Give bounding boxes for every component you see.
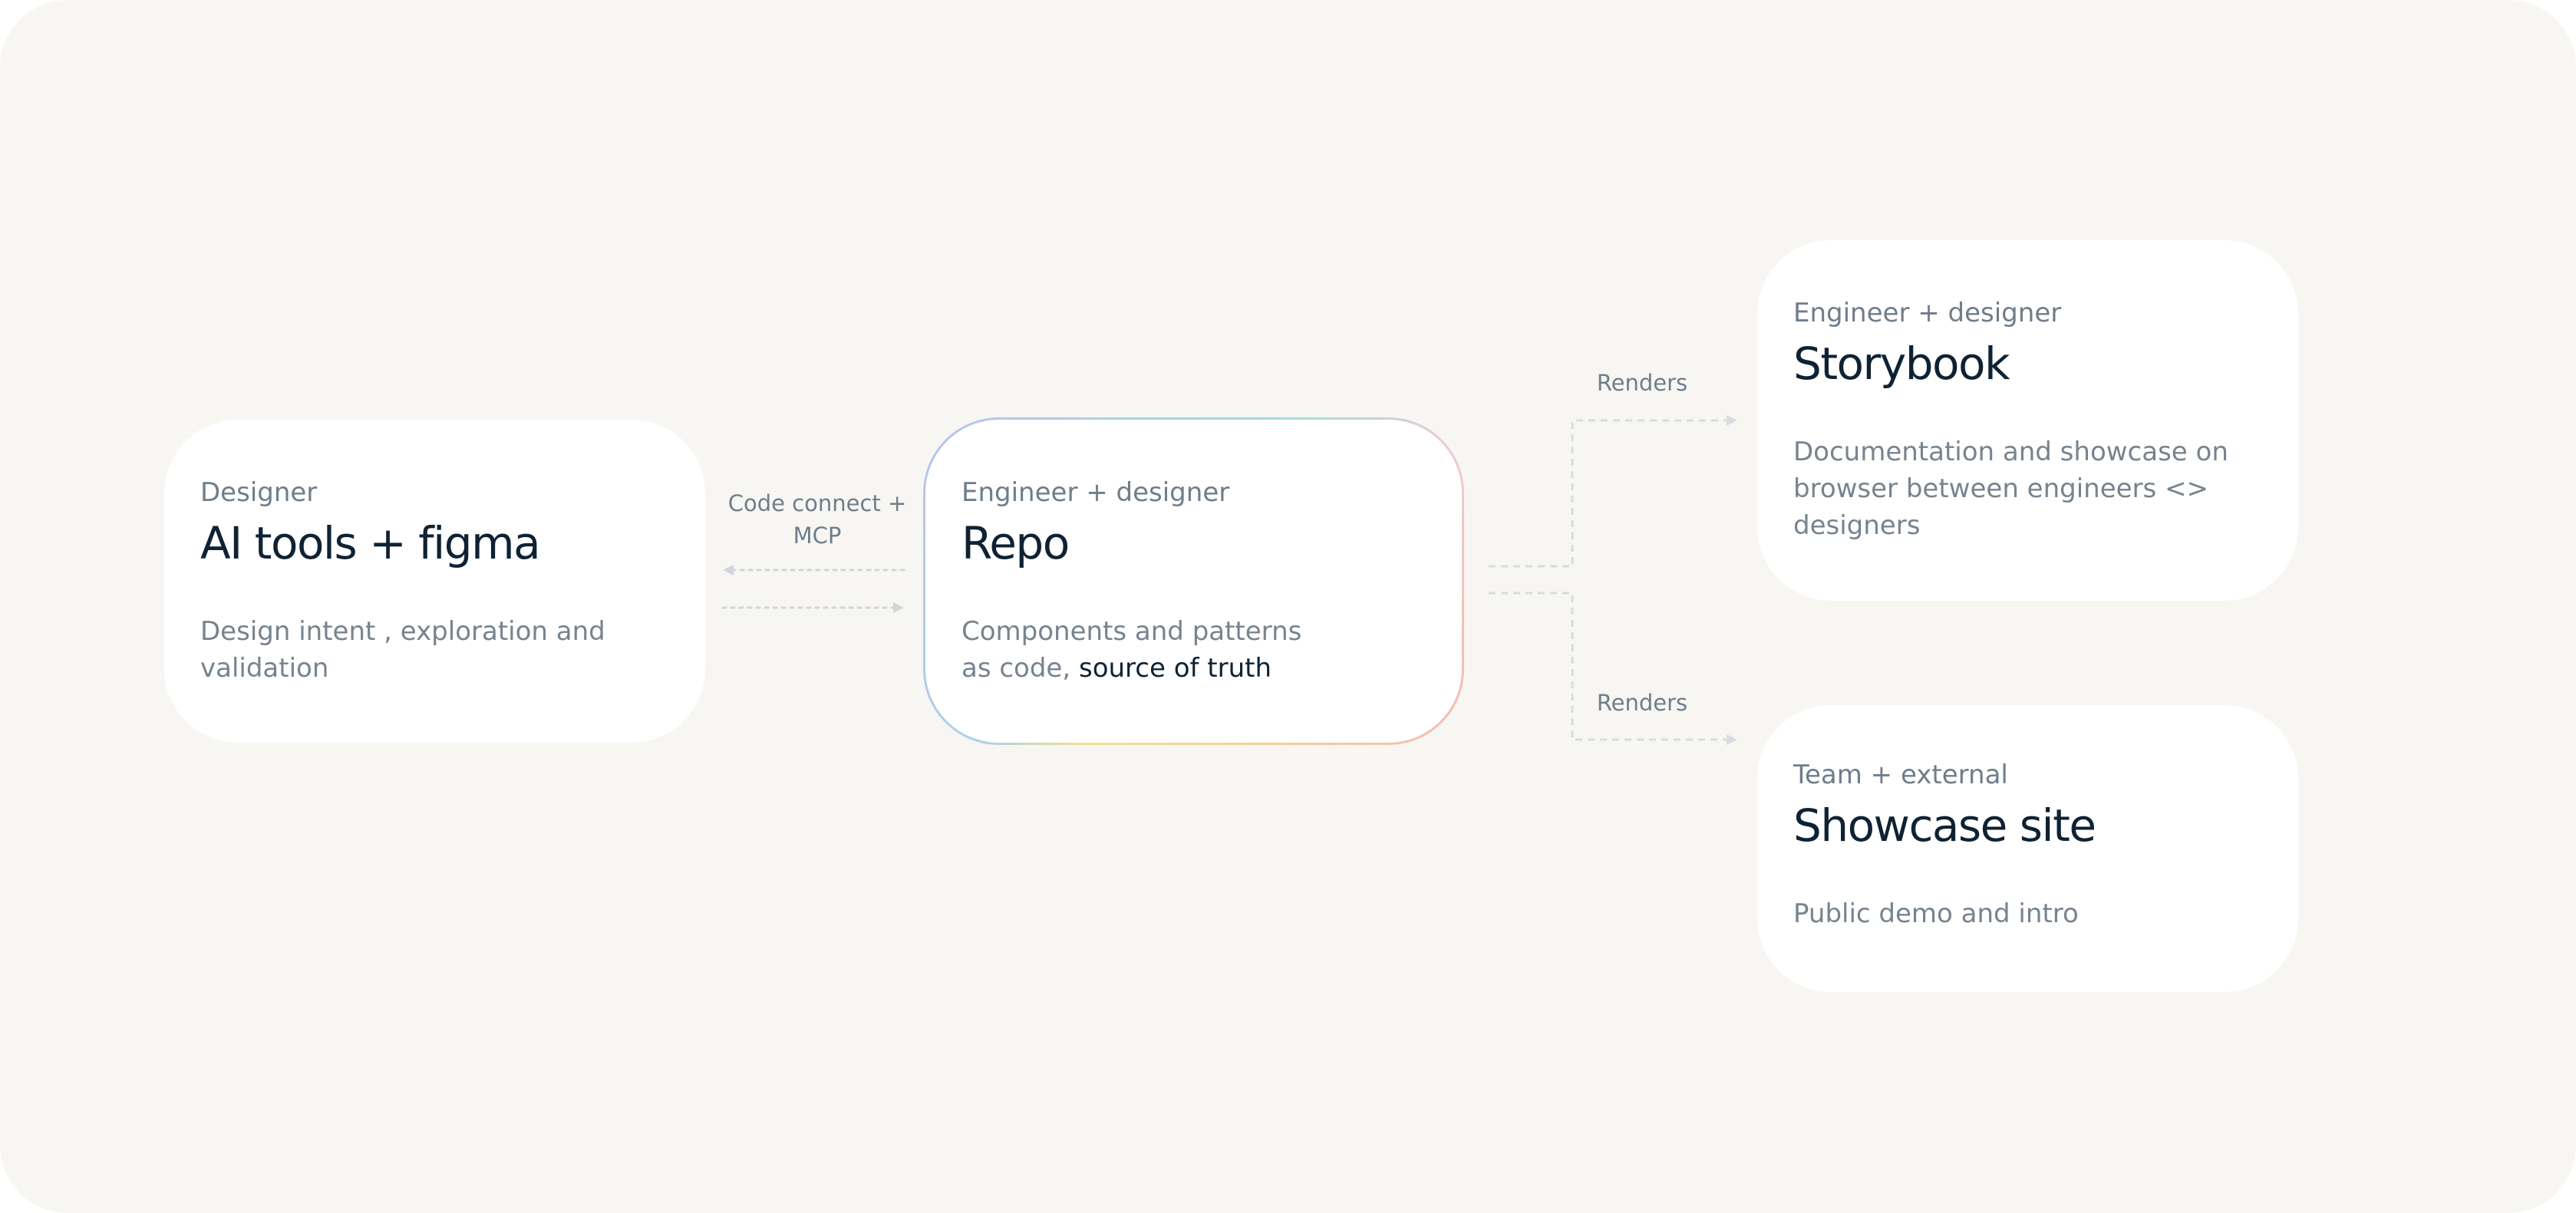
node-role: Team + external xyxy=(1793,760,2008,790)
description-line: Design intent , exploration and xyxy=(200,616,605,647)
description-line: Components and patterns xyxy=(961,616,1302,647)
node-description: Components and patterns as code, source … xyxy=(961,613,1301,687)
edge-label-renders-storybook: Renders xyxy=(1596,370,1688,396)
node-storybook[interactable]: Engineer + designer Storybook Documentat… xyxy=(1757,240,2298,601)
node-role: Engineer + designer xyxy=(1793,298,2062,328)
connector-repo-storybook xyxy=(1489,419,1727,568)
edge-label-line: Code connect + xyxy=(727,490,907,516)
connector-ai-repo xyxy=(721,569,905,609)
description-line: as code, source of truth xyxy=(961,650,1301,687)
node-title: Storybook xyxy=(1793,338,2010,390)
description-line: Documentation and showcase on xyxy=(1793,437,2228,467)
description-line: Public demo and intro xyxy=(1793,898,2079,929)
node-title: Repo xyxy=(961,517,1070,569)
node-role: Designer xyxy=(200,477,318,508)
description-line: validation xyxy=(200,653,329,684)
node-description: Public demo and intro xyxy=(1793,895,2079,932)
node-description: Documentation and showcase on browser be… xyxy=(1793,433,2228,544)
node-title: AI tools + figma xyxy=(200,517,541,569)
edge-label-renders-showcase: Renders xyxy=(1596,690,1688,716)
elbow-path xyxy=(1489,419,1727,568)
arrowhead-left xyxy=(723,565,734,575)
node-ai-tools[interactable]: Designer AI tools + figma Design intent … xyxy=(164,420,705,743)
description-highlight: source of truth xyxy=(1078,653,1272,684)
arrowhead-showcase xyxy=(1727,734,1737,745)
description-line: browser between engineers <> xyxy=(1793,473,2209,504)
edge-label-line: MCP xyxy=(793,522,842,549)
diagram-canvas: Designer AI tools + figma Design intent … xyxy=(0,0,2576,1213)
edge-label-code-connect: Code connect + MCP xyxy=(721,487,913,552)
node-showcase[interactable]: Team + external Showcase site Public dem… xyxy=(1757,705,2298,992)
arrowhead-storybook xyxy=(1727,415,1737,426)
arrowhead-right xyxy=(893,602,904,613)
node-title: Showcase site xyxy=(1793,799,2096,852)
node-repo[interactable]: Engineer + designer Repo Components and … xyxy=(925,420,1462,743)
description-line: designers xyxy=(1793,510,1921,541)
node-role: Engineer + designer xyxy=(961,477,1230,508)
description-prefix: as code, xyxy=(961,653,1071,684)
node-description: Design intent , exploration and validati… xyxy=(200,613,605,687)
